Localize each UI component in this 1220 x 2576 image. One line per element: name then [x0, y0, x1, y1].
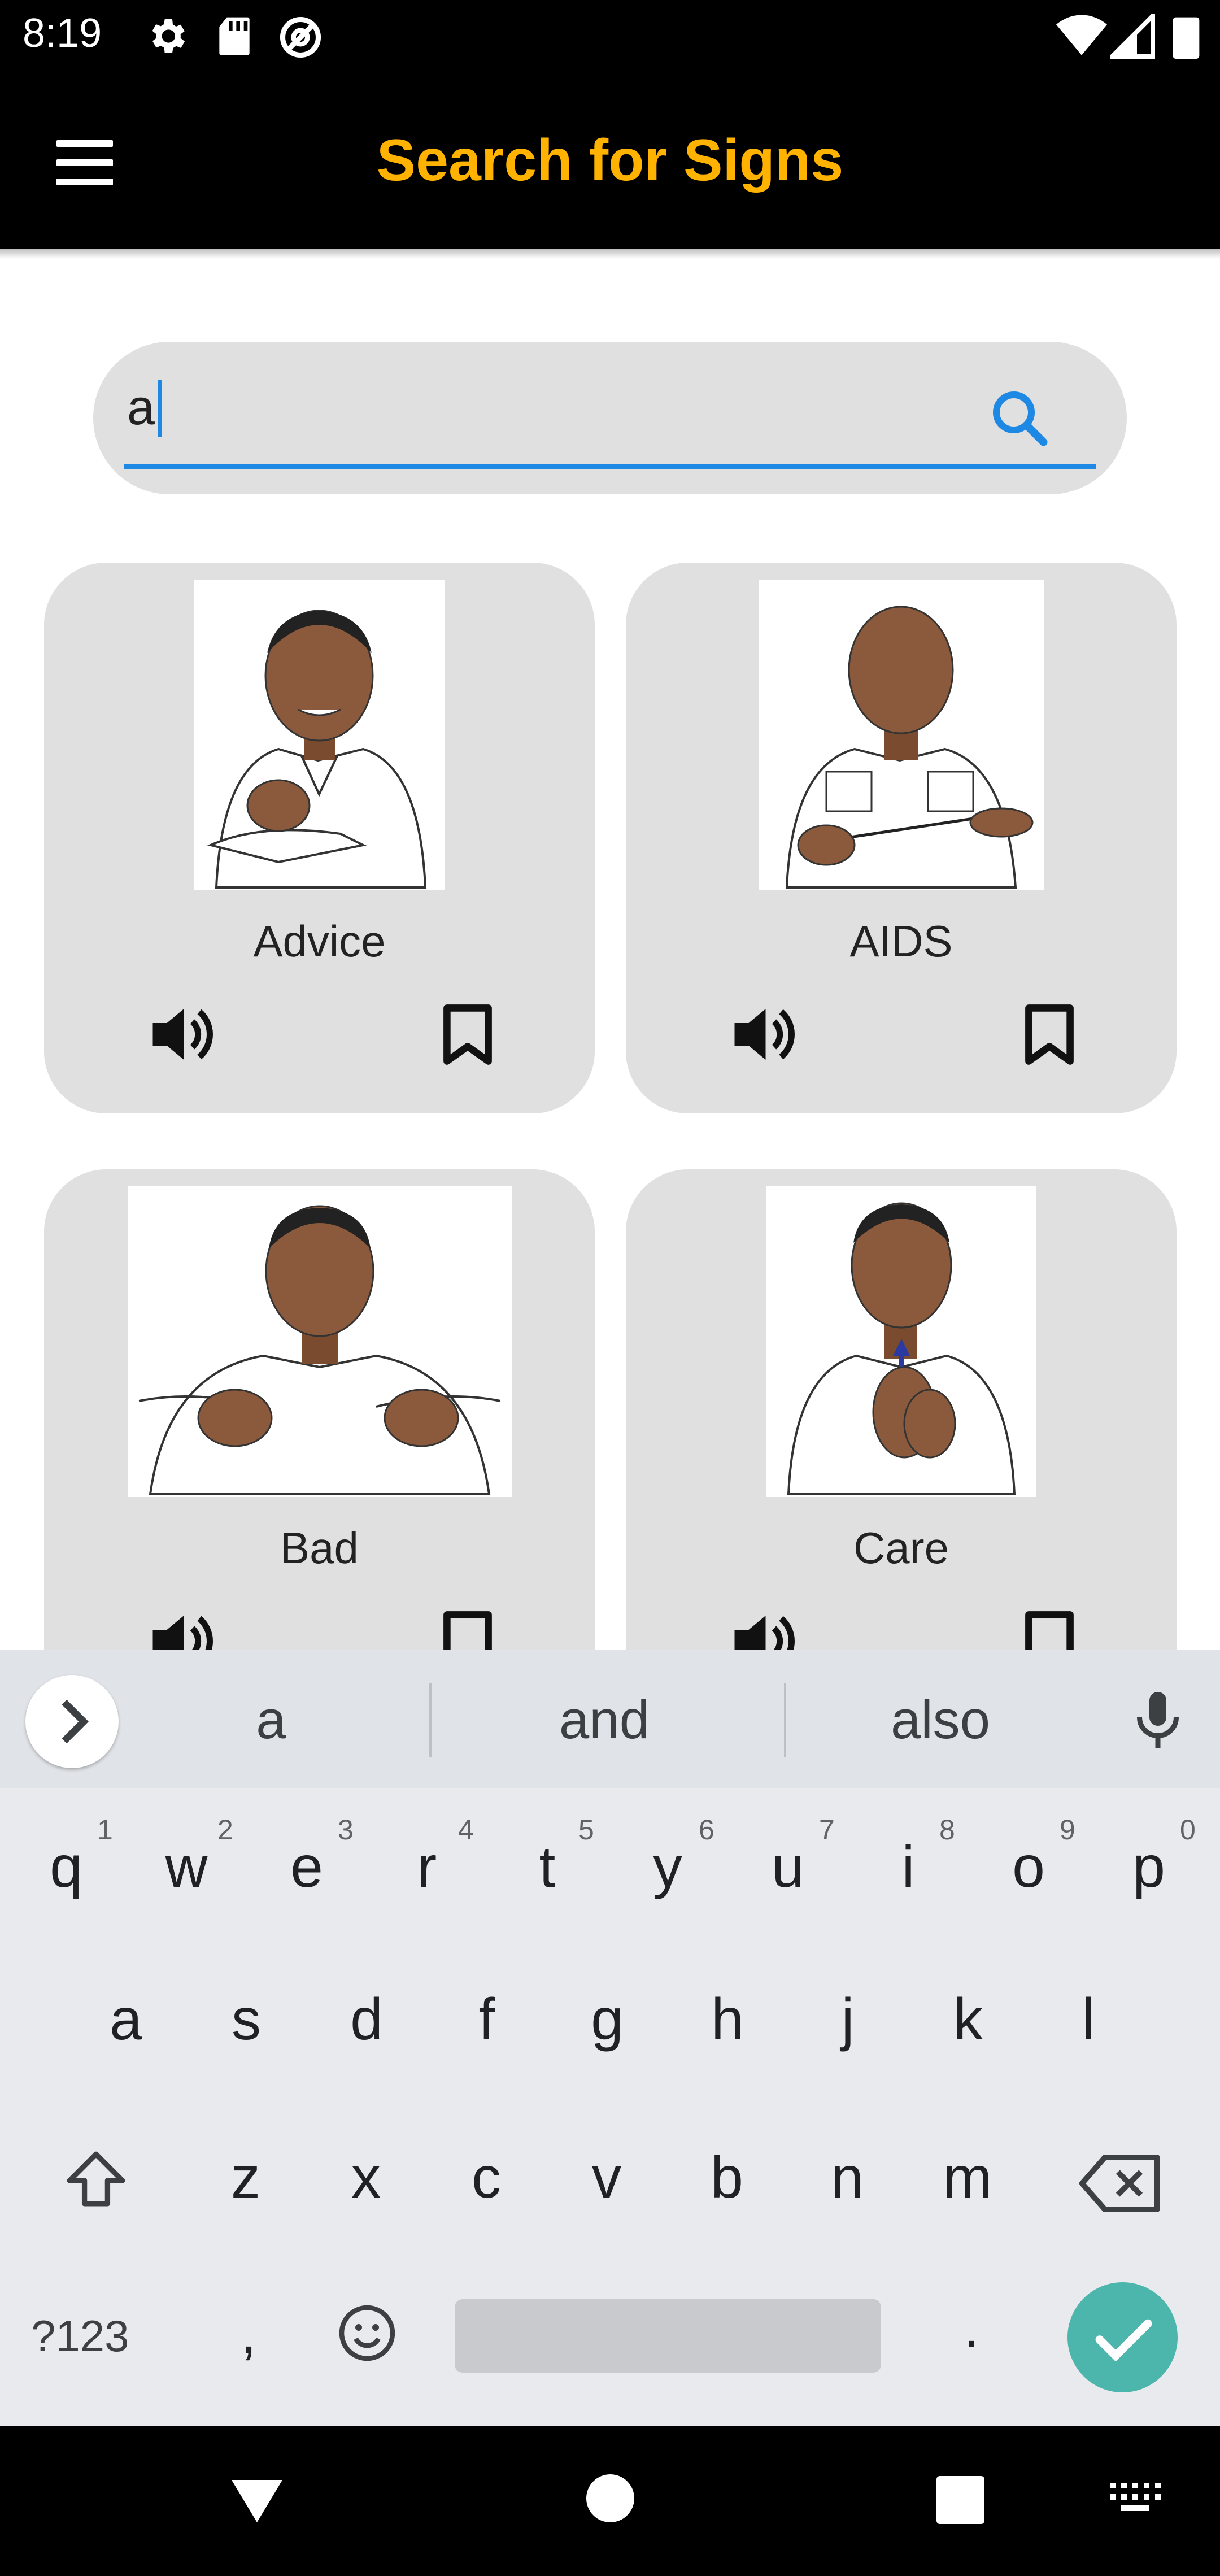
search-underline — [124, 464, 1096, 469]
key-b[interactable]: b — [668, 2104, 786, 2251]
key-c[interactable]: c — [427, 2104, 546, 2251]
key-d[interactable]: d — [307, 1946, 426, 2093]
period-key[interactable]: . — [912, 2254, 1031, 2401]
key-g[interactable]: g — [548, 1946, 666, 2093]
page-title: Search for Signs — [376, 128, 844, 193]
symbols-key[interactable]: ?123 — [31, 2310, 129, 2362]
speaker-icon[interactable] — [149, 1003, 219, 1065]
comma-key[interactable]: , — [189, 2260, 308, 2407]
speaker-icon[interactable] — [730, 1003, 801, 1065]
key-hint-2: 2 — [217, 1814, 233, 1846]
search-results-screen: a Advice AIDS Bad Care — [0, 249, 1220, 1650]
status-time: 8:19 — [23, 11, 102, 56]
key-v[interactable]: v — [547, 2104, 666, 2251]
sign-label: Care — [853, 1523, 949, 1573]
search-input[interactable]: a — [127, 378, 155, 436]
soft-keyboard: a and also q1w2e3r4t5y6u7i8o9p0 asdfghjk… — [0, 1650, 1220, 2426]
speaker-icon[interactable] — [730, 1610, 801, 1650]
key-h[interactable]: h — [668, 1946, 787, 2093]
emoji-key[interactable] — [333, 2299, 401, 2367]
key-hint-4: 4 — [458, 1814, 474, 1846]
search-field[interactable]: a — [93, 342, 1127, 494]
key-hint-5: 5 — [578, 1814, 594, 1846]
key-z[interactable]: z — [186, 2104, 305, 2251]
key-l[interactable]: l — [1029, 1946, 1148, 2093]
signal-status-icon — [1106, 10, 1155, 62]
sign-illustration-aids — [759, 580, 1044, 890]
sign-illustration-bad — [128, 1186, 512, 1497]
key-hint-8: 8 — [939, 1814, 955, 1846]
status-bar: 8:19 — [0, 0, 1220, 73]
suggestion-2[interactable]: and — [446, 1689, 762, 1751]
bookmark-icon[interactable] — [439, 1609, 496, 1650]
space-bar[interactable] — [455, 2299, 881, 2373]
expand-suggestions-button[interactable] — [25, 1675, 119, 1768]
speaker-icon[interactable] — [149, 1610, 219, 1650]
bookmark-icon[interactable] — [439, 1002, 496, 1067]
key-x[interactable]: x — [307, 2104, 425, 2251]
battery-status-icon — [1169, 14, 1203, 62]
key-a[interactable]: a — [67, 1946, 185, 2093]
no-disturb-status-icon — [277, 14, 324, 64]
text-cursor — [158, 380, 162, 437]
suggestion-1[interactable]: a — [113, 1689, 429, 1751]
sign-card-care[interactable]: Care — [626, 1169, 1177, 1650]
key-hint-0: 0 — [1180, 1814, 1196, 1846]
key-hint-3: 3 — [338, 1814, 354, 1846]
key-j[interactable]: j — [788, 1946, 907, 2093]
key-k[interactable]: k — [909, 1946, 1027, 2093]
settings-status-icon — [144, 14, 189, 62]
search-icon[interactable] — [986, 384, 1053, 452]
sign-card-advice[interactable]: Advice — [44, 563, 595, 1113]
key-n[interactable]: n — [788, 2104, 907, 2251]
key-hint-1: 1 — [97, 1814, 113, 1846]
backspace-key[interactable] — [1079, 2147, 1164, 2220]
sign-illustration-advice — [194, 580, 445, 890]
microphone-icon[interactable] — [1124, 1686, 1192, 1754]
key-s[interactable]: s — [187, 1946, 306, 2093]
wifi-status-icon — [1056, 14, 1107, 62]
app-bar-shadow — [0, 249, 1220, 259]
sign-label: Advice — [253, 916, 386, 966]
recents-nav-icon[interactable] — [936, 2476, 984, 2524]
sign-card-bad[interactable]: Bad — [44, 1169, 595, 1650]
home-nav-icon[interactable] — [586, 2474, 634, 2522]
suggestion-3[interactable]: also — [782, 1689, 1099, 1751]
key-hint-7: 7 — [819, 1814, 835, 1846]
sign-label: AIDS — [849, 916, 953, 966]
app-bar: Search for Signs — [0, 73, 1220, 249]
sd-card-status-icon — [215, 14, 254, 62]
navigation-bar — [0, 2426, 1220, 2576]
key-m[interactable]: m — [908, 2104, 1027, 2251]
shift-key[interactable] — [56, 2141, 136, 2220]
sign-illustration-care — [766, 1186, 1036, 1497]
sign-label: Bad — [280, 1523, 359, 1573]
sign-card-aids[interactable]: AIDS — [626, 563, 1177, 1113]
key-f[interactable]: f — [428, 1946, 546, 2093]
suggestion-bar: a and also — [0, 1650, 1220, 1788]
back-nav-icon[interactable] — [226, 2471, 288, 2528]
keyboard-switch-icon[interactable] — [1107, 2480, 1164, 2520]
key-hint-9: 9 — [1060, 1814, 1075, 1846]
bookmark-icon[interactable] — [1021, 1609, 1078, 1650]
key-hint-6: 6 — [699, 1814, 714, 1846]
suggestion-divider — [429, 1683, 432, 1757]
enter-key[interactable] — [1068, 2282, 1178, 2392]
bookmark-icon[interactable] — [1021, 1002, 1078, 1067]
